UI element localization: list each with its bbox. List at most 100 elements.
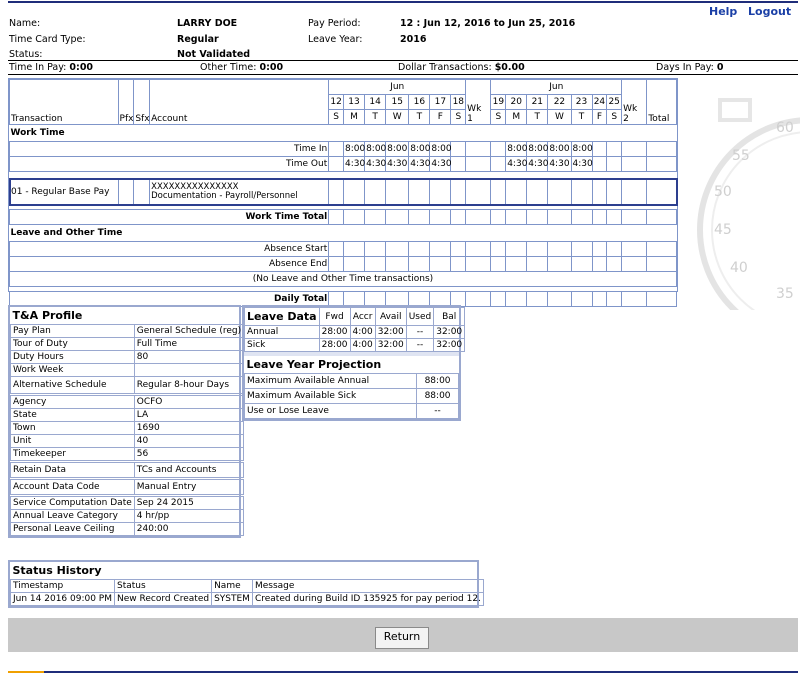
- profile-label: Service Computation Date: [10, 494, 135, 510]
- time-out-cell[interactable]: 4:30: [364, 156, 386, 172]
- wk1-cell: [465, 256, 492, 272]
- leave-col-header: Bal: [433, 307, 466, 326]
- time-out-cell[interactable]: 4:30: [408, 156, 431, 172]
- absence-cell[interactable]: [385, 256, 410, 272]
- absence-cell[interactable]: [606, 256, 623, 272]
- time-in-cell[interactable]: [450, 141, 467, 157]
- sfx-cell[interactable]: [133, 178, 151, 205]
- absence-cell[interactable]: [570, 241, 593, 257]
- hours-cell[interactable]: [591, 178, 608, 205]
- absence-cell[interactable]: [547, 241, 572, 257]
- hours-cell[interactable]: [364, 178, 387, 205]
- hours-cell[interactable]: [570, 178, 593, 205]
- hours-cell[interactable]: [342, 178, 366, 205]
- hours-cell[interactable]: [505, 178, 528, 205]
- account-cell[interactable]: XXXXXXXXXXXXXXX Documentation - Payroll/P…: [149, 178, 330, 205]
- time-out-cell[interactable]: [591, 156, 608, 172]
- day-of-week: W: [385, 109, 410, 125]
- absence-cell[interactable]: [429, 256, 452, 272]
- absence-cell[interactable]: [547, 256, 572, 272]
- ta-profile-title: T&A Profile: [12, 309, 83, 322]
- hours-cell[interactable]: [429, 178, 452, 205]
- transaction-code[interactable]: 01 - Regular Base Pay: [9, 178, 119, 205]
- absence-cell[interactable]: [505, 241, 528, 257]
- hours-cell[interactable]: [408, 178, 431, 205]
- hours-cell[interactable]: [450, 178, 467, 205]
- absence-cell[interactable]: [526, 241, 549, 257]
- time-out-cell[interactable]: 4:30: [342, 156, 365, 172]
- total-cell: [465, 209, 492, 225]
- time-in-cell[interactable]: [591, 141, 608, 157]
- time-in-cell[interactable]: 8:00: [364, 141, 386, 157]
- time-out-cell[interactable]: [606, 156, 623, 172]
- time-out-cell[interactable]: [490, 156, 507, 172]
- time-in-cell[interactable]: [490, 141, 507, 157]
- time-in-pay-label: Time In Pay: 0:00: [9, 62, 94, 73]
- total-cell: [465, 291, 492, 307]
- absence-cell[interactable]: [328, 241, 344, 257]
- time-out-cell[interactable]: 4:30: [505, 156, 527, 172]
- absence-cell[interactable]: [342, 256, 366, 272]
- time-in-cell[interactable]: [606, 141, 623, 157]
- logout-link[interactable]: Logout: [748, 5, 791, 18]
- absence-cell[interactable]: [342, 241, 366, 257]
- absence-cell[interactable]: [328, 256, 344, 272]
- days-in-pay-value: 0: [716, 62, 724, 73]
- time-out-cell[interactable]: 4:30: [429, 156, 452, 172]
- time-out-cell[interactable]: 4:30: [526, 156, 548, 172]
- profile-label: Agency: [10, 393, 135, 409]
- time-out-cell[interactable]: 4:30: [547, 156, 572, 172]
- absence-cell[interactable]: [490, 256, 507, 272]
- hours-cell[interactable]: [385, 178, 410, 205]
- absence-cell[interactable]: [408, 241, 431, 257]
- time-in-cell[interactable]: 8:00: [342, 141, 365, 157]
- projection-value: 88:00: [416, 388, 459, 404]
- absence-cell[interactable]: [570, 256, 593, 272]
- absence-cell[interactable]: [450, 241, 467, 257]
- hours-cell[interactable]: [328, 178, 344, 205]
- time-out-cell[interactable]: 4:30: [385, 156, 410, 172]
- absence-cell[interactable]: [429, 241, 452, 257]
- absence-cell[interactable]: [490, 241, 507, 257]
- profile-label: Account Data Code: [10, 477, 135, 496]
- absence-cell[interactable]: [591, 256, 608, 272]
- history-message: Created during Build ID 135925 for pay p…: [251, 592, 484, 606]
- pay-period-label: Pay Period:: [308, 18, 361, 29]
- profile-label: Retain Data: [10, 460, 135, 479]
- absence-cell[interactable]: [385, 241, 410, 257]
- time-out-cell[interactable]: [328, 156, 344, 172]
- time-in-cell[interactable]: 8:00: [570, 141, 593, 157]
- absence-cell[interactable]: [505, 256, 528, 272]
- time-out-cell[interactable]: [450, 156, 467, 172]
- hours-cell[interactable]: [606, 178, 623, 205]
- absence-cell[interactable]: [364, 256, 387, 272]
- transaction-row[interactable]: 01 - Regular Base Pay XXXXXXXXXXXXXXX Doc…: [8, 177, 678, 206]
- time-in-cell[interactable]: 8:00: [408, 141, 431, 157]
- history-timestamp: Jun 14 2016 09:00 PM: [10, 592, 115, 606]
- time-out-cell[interactable]: 4:30: [570, 156, 593, 172]
- total-cell: [490, 209, 507, 225]
- col-wk1: Wk 1: [465, 79, 492, 125]
- hours-cell[interactable]: [547, 178, 572, 205]
- time-in-cell[interactable]: 8:00: [505, 141, 527, 157]
- time-in-cell[interactable]: 8:00: [385, 141, 410, 157]
- absence-cell[interactable]: [450, 256, 467, 272]
- absence-cell[interactable]: [591, 241, 608, 257]
- time-in-cell[interactable]: [328, 141, 344, 157]
- time-in-cell[interactable]: 8:00: [429, 141, 452, 157]
- help-link[interactable]: Help: [709, 5, 737, 18]
- absence-cell[interactable]: [526, 256, 549, 272]
- absence-cell[interactable]: [364, 241, 387, 257]
- absence-cell[interactable]: [606, 241, 623, 257]
- leave-type: Annual: [244, 325, 320, 339]
- time-in-cell[interactable]: 8:00: [526, 141, 548, 157]
- hours-cell[interactable]: [490, 178, 507, 205]
- absence-cell[interactable]: [408, 256, 431, 272]
- status-label: Status:: [9, 49, 43, 60]
- pfx-cell[interactable]: [117, 178, 135, 205]
- hours-cell[interactable]: [526, 178, 549, 205]
- employee-name: LARRY DOE: [177, 18, 238, 29]
- col-wk2: Wk 2: [621, 79, 648, 125]
- return-button[interactable]: Return: [375, 627, 429, 649]
- time-in-cell[interactable]: 8:00: [547, 141, 572, 157]
